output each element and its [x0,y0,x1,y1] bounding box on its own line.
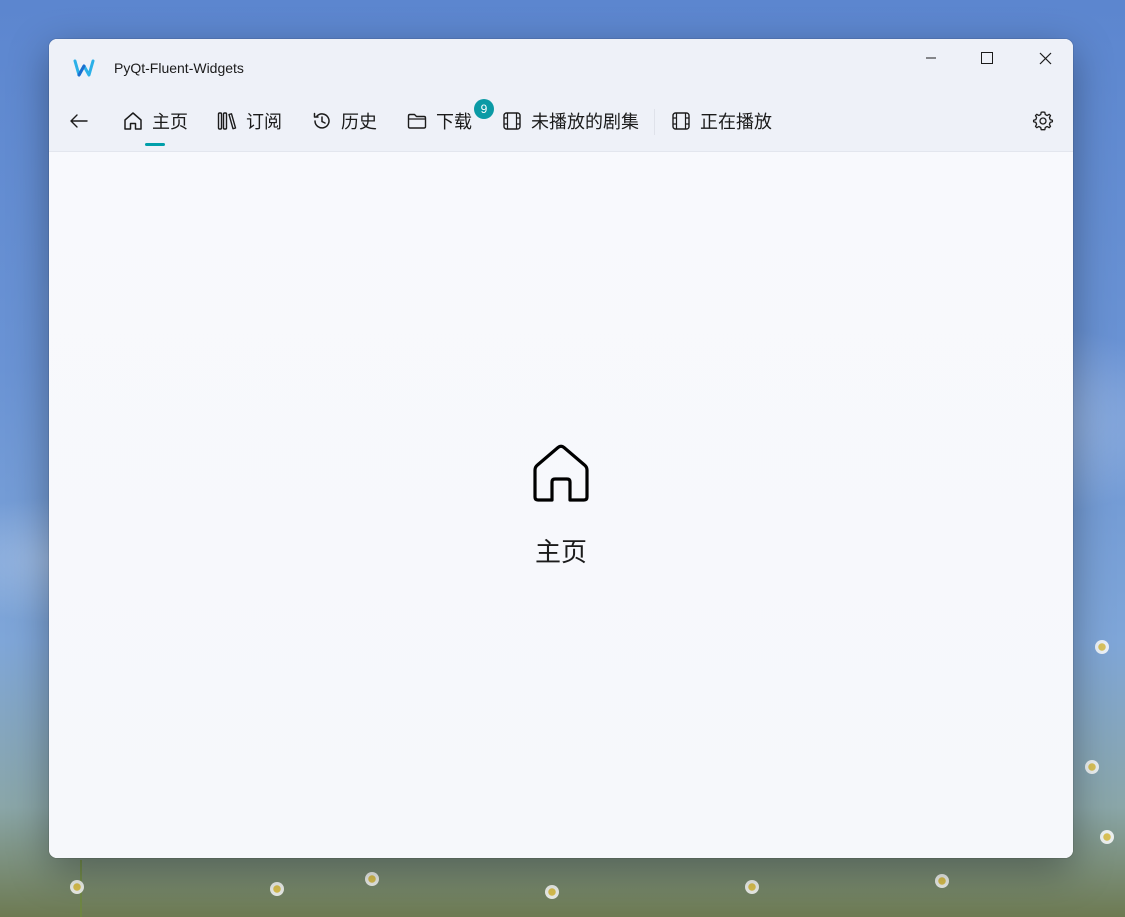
library-icon [217,112,237,130]
nav-item-history[interactable]: 历史 [311,105,377,137]
daisy [1100,830,1114,844]
nav-item-label: 下载 [436,112,472,133]
app-logo-icon [73,59,95,77]
daisy [1095,640,1109,654]
content-area: 主页 [49,152,1073,858]
nav-item-label: 主页 [152,112,188,133]
nav-item-downloads[interactable]: 下载 [406,105,472,137]
arrow-left-icon [70,114,88,128]
maximize-button[interactable] [959,39,1015,77]
app-window: PyQt-Fluent-Widgets 主页 订阅 历史 下载 9 未播放的剧集… [49,39,1073,858]
selected-indicator [145,143,165,146]
home-icon [533,444,589,502]
nav-item-label: 订阅 [246,112,282,133]
navigation-bar: 主页 订阅 历史 下载 9 未播放的剧集 正在播放 [49,97,1073,151]
gear-icon [1032,111,1054,131]
window-title: PyQt-Fluent-Widgets [114,60,244,76]
nav-item-subscriptions[interactable]: 订阅 [216,105,282,137]
daisy [70,880,84,894]
film-icon [672,112,690,130]
nav-item-now-playing[interactable]: 正在播放 [670,105,772,137]
daisy [270,882,284,896]
close-button[interactable] [1017,39,1073,77]
nav-separator [654,109,655,135]
daisy [545,885,559,899]
back-button[interactable] [63,105,95,137]
home-icon [124,112,142,130]
nav-item-label: 正在播放 [700,112,772,133]
history-icon [313,112,330,129]
folder-icon [407,113,427,129]
title-bar: PyQt-Fluent-Widgets 主页 订阅 历史 下载 9 未播放的剧集… [49,39,1073,152]
nav-item-unplayed-episodes[interactable]: 未播放的剧集 [501,105,639,137]
desktop-wallpaper: PyQt-Fluent-Widgets 主页 订阅 历史 下载 9 未播放的剧集… [0,0,1125,917]
nav-item-label: 历史 [341,112,377,133]
nav-item-label: 未播放的剧集 [531,112,639,133]
daisy [745,880,759,894]
minimize-button[interactable] [903,39,959,77]
minimize-icon [926,57,936,59]
download-count-badge: 9 [474,99,494,119]
page-title: 主页 [534,538,587,568]
nav-item-home[interactable]: 主页 [122,105,188,137]
film-icon [503,112,521,130]
daisy [1085,760,1099,774]
settings-button[interactable] [1027,105,1059,137]
daisy [935,874,949,888]
maximize-icon [981,52,993,64]
daisy [365,872,379,886]
close-icon [1039,52,1051,64]
